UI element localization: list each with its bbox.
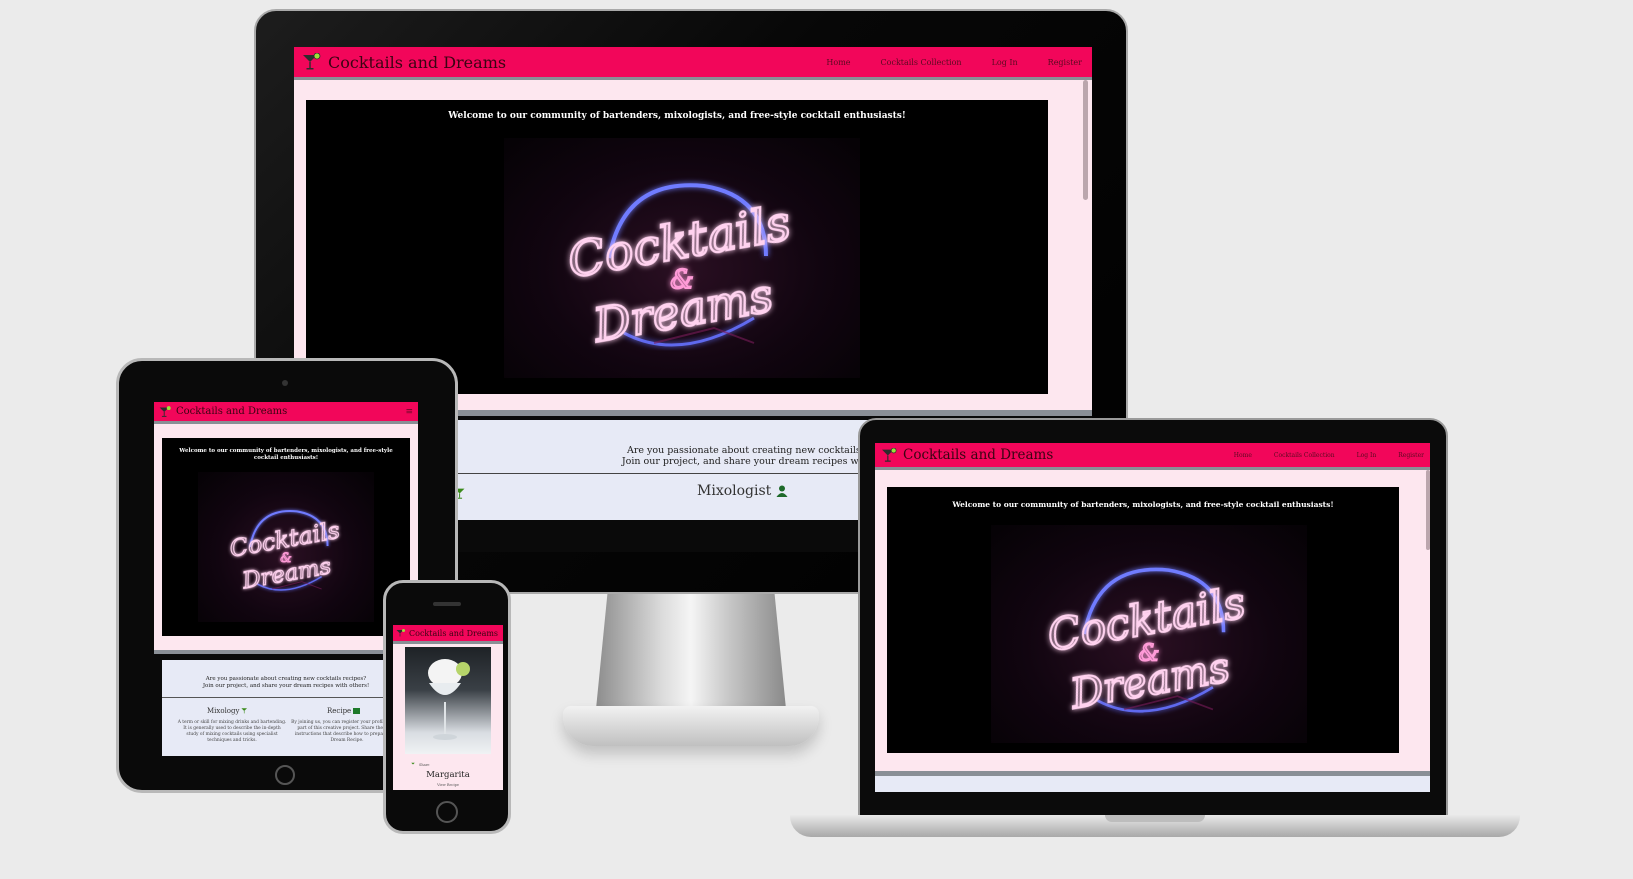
intro-section: Are you passionate about creating new co… [162,660,410,756]
recipe-card[interactable]: Share Margarita View Recipe [405,759,491,790]
hero-section: Welcome to our community of bartenders, … [306,100,1048,394]
nav-link-register[interactable]: Register [1398,452,1424,459]
phone-home-button[interactable] [436,801,458,823]
monitor-base [563,706,819,746]
feature-title-mixologist: Mixologist [697,483,772,499]
nav-link-home[interactable]: Home [1234,452,1252,459]
recipe-link[interactable]: View Recipe [405,783,491,787]
hero-section: Welcome to our community of bartenders, … [162,438,410,636]
nav-link-cocktails-collection[interactable]: Cocktails Collection [881,58,962,67]
neon-sign-image: Cocktails&Dreams [562,183,796,354]
cocktail-glass-icon [396,628,405,636]
navbar: Cocktails and Dreams ≡ [154,402,418,424]
tablet-screen: Cocktails and Dreams ≡ Welcome to our co… [154,402,418,756]
hero-welcome-text: Welcome to our community of bartenders, … [179,448,393,461]
hero-image: Cocktails & Dreams [504,138,860,378]
cocktail-glass-icon [159,405,171,417]
recipe-title: Margarita [426,770,470,780]
navbar: Cocktails and Dreams Home Cocktails Coll… [294,47,1092,80]
feature-title-recipe: Recipe [327,707,352,715]
brand[interactable]: Cocktails and Dreams [881,447,1053,463]
cocktail-glass-icon [882,447,897,462]
intro-line-2: Join our project, and share your dream r… [202,683,370,689]
cocktail-glass-icon [411,762,415,765]
tablet-home-button[interactable] [275,765,295,785]
hero-section: Welcome to our community of bartenders, … [887,487,1399,753]
hero-welcome-text: Welcome to our community of bartenders, … [952,500,1334,509]
navbar: Cocktails and Dreams Home Cocktails Coll… [875,443,1430,470]
nav-link-log-in[interactable]: Log In [1357,452,1377,459]
tablet-camera [282,380,288,386]
user-icon [776,485,788,497]
neon-sign-image: Cocktails&Dreams [1043,567,1250,719]
cocktail-glass-icon [303,53,321,70]
brand-name: Cocktails and Dreams [409,628,499,638]
cocktail-glass-icon [241,708,248,714]
intro-rule [162,697,410,698]
brand[interactable]: Cocktails and Dreams [159,405,288,418]
feature-title-mixology: Mixology [207,707,240,715]
intro-line-1: Are you passionate about creating new co… [205,676,367,682]
feature-text-mixology: A term or skill for mixing drinks and ba… [177,720,287,743]
hamburger-icon[interactable]: ≡ [405,407,413,417]
nav-link-home[interactable]: Home [826,58,850,67]
brand-name: Cocktails and Dreams [903,447,1054,463]
intro-section-peek [875,776,1430,792]
brand[interactable]: Cocktails and Dreams [396,628,499,638]
recipe-tag: Share [419,762,430,767]
monitor-stand [596,594,786,709]
margarita-glass-image [428,659,470,740]
brand[interactable]: Cocktails and Dreams [302,53,506,72]
neon-sign-image: Cocktails&Dreams [227,510,342,595]
hero-welcome-text: Welcome to our community of bartenders, … [448,111,906,121]
laptop-screen: Cocktails and Dreams Home Cocktails Coll… [875,443,1430,792]
hero-image: Cocktails & Dreams [991,525,1307,743]
laptop-notch [1105,815,1205,822]
phone-speaker [433,602,461,606]
phone-screen: Cocktails and Dreams Share Margarita Vie… [393,625,503,790]
nav-link-log-in[interactable]: Log In [992,58,1018,67]
scrollbar[interactable] [1083,80,1088,200]
recipe-book-icon [353,708,361,714]
nav-link-register[interactable]: Register [1048,58,1082,67]
navbar: Cocktails and Dreams [393,625,503,644]
brand-name: Cocktails and Dreams [328,52,507,72]
scrollbar[interactable] [1426,470,1430,550]
brand-name: Cocktails and Dreams [176,406,288,417]
nav-link-cocktails-collection[interactable]: Cocktails Collection [1274,452,1335,459]
hero-image: Cocktails & Dreams [198,472,374,622]
cocktail-image[interactable] [405,647,491,754]
